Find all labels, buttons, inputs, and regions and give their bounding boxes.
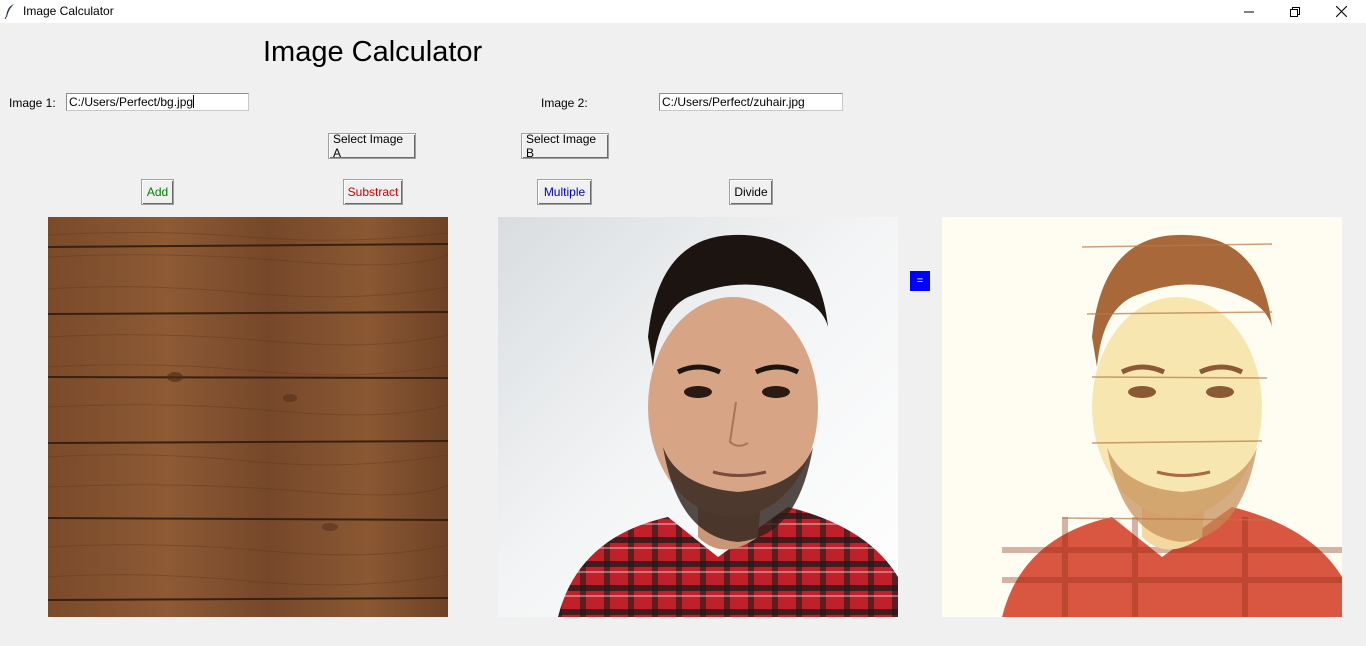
minimize-button[interactable] bbox=[1226, 0, 1272, 23]
feather-icon bbox=[4, 4, 14, 19]
window-title: Image Calculator bbox=[23, 4, 114, 18]
equals-operator: = bbox=[910, 271, 930, 291]
image-b-preview bbox=[498, 217, 898, 617]
divide-button[interactable]: Divide bbox=[729, 179, 773, 205]
image1-label: Image 1: bbox=[9, 96, 56, 110]
window-titlebar: Image Calculator bbox=[0, 0, 1366, 23]
subtract-button[interactable]: Substract bbox=[343, 179, 403, 205]
select-image-a-button[interactable]: Select Image A bbox=[328, 132, 416, 160]
add-button[interactable]: Add bbox=[141, 179, 174, 205]
text-caret bbox=[193, 95, 195, 108]
select-image-b-button[interactable]: Select Image B bbox=[521, 132, 609, 160]
page-title: Image Calculator bbox=[263, 36, 483, 68]
result-image-preview bbox=[942, 217, 1342, 617]
maximize-button[interactable] bbox=[1272, 0, 1318, 23]
multiple-button[interactable]: Multiple bbox=[537, 179, 592, 205]
image2-path-input[interactable]: C:/Users/Perfect/zuhair.jpg bbox=[659, 93, 843, 111]
close-button[interactable] bbox=[1318, 0, 1364, 23]
image2-path-text: C:/Users/Perfect/zuhair.jpg bbox=[662, 95, 805, 109]
image2-label: Image 2: bbox=[541, 96, 588, 110]
image1-path-input[interactable]: C:/Users/Perfect/bg.jpg bbox=[66, 93, 249, 111]
restore-icon bbox=[1290, 6, 1300, 17]
image-a-preview bbox=[48, 217, 448, 617]
image1-path-text: C:/Users/Perfect/bg.jpg bbox=[69, 95, 194, 109]
minimize-icon bbox=[1244, 11, 1254, 12]
close-icon bbox=[1335, 6, 1347, 17]
